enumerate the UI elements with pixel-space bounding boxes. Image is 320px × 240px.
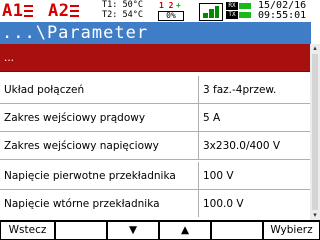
select-button[interactable]: Wybierz: [264, 222, 319, 239]
alarm-2-label: A2: [48, 1, 70, 21]
empty-softkey[interactable]: [212, 222, 262, 239]
title-bar: ...\Parameter: [0, 22, 320, 44]
list-item-label: Zakres wejściowy prądowy: [4, 112, 146, 124]
list-item-value: 3 faz.-4przew.: [203, 84, 277, 96]
alarm-2-indicator: A2: [48, 0, 80, 22]
date-time: 15/02/16 09:55:01: [258, 1, 320, 21]
rx-tx-indicator: RX TX: [226, 2, 252, 20]
list-item-value: 100.0 V: [203, 198, 244, 210]
down-arrow-button[interactable]: ▼: [108, 222, 158, 239]
battery-percent: 0%: [158, 11, 184, 21]
status-bar: A1 A2 T1: 50°C T2: 54°C 1 2 + 0% RX TX 1…: [0, 0, 320, 22]
list-item-label: Napięcie pierwotne przekładnika: [4, 170, 176, 182]
tx-label: TX: [226, 11, 238, 19]
list-item-label: Napięcie wtórne przekładnika: [4, 198, 160, 210]
battery-indicator: 1 2 + 0%: [156, 1, 186, 21]
list-item-value: 5 A: [203, 112, 221, 124]
list-item-value: 100 V: [203, 170, 234, 182]
battery-plus: +: [176, 1, 181, 10]
list-item-label: Układ połączeń: [4, 84, 85, 96]
scroll-track[interactable]: [312, 54, 318, 210]
list-item-current-range[interactable]: Zakres wejściowy prądowy 5 A: [0, 104, 310, 132]
rx-activity-icon: [239, 3, 251, 9]
time: 09:55:01: [258, 10, 307, 21]
alarm-bars-icon: [70, 5, 80, 17]
scroll-down-icon[interactable]: ▾: [310, 211, 320, 220]
list-item-parent[interactable]: ...: [0, 44, 310, 72]
up-arrow-button[interactable]: ▲: [160, 222, 210, 239]
temperature-2: T2: 54°C: [102, 9, 143, 20]
list-item-voltage-range[interactable]: Zakres wejściowy napięciowy 3x230.0/400 …: [0, 132, 310, 160]
battery-numbers: 1 2: [159, 1, 174, 10]
alarm-1-indicator: A1: [2, 0, 34, 22]
empty-softkey[interactable]: [56, 222, 106, 239]
alarm-bars-icon: [24, 5, 34, 17]
signal-strength-icon: [199, 3, 223, 21]
back-button[interactable]: Wstecz: [1, 222, 54, 239]
list-item-secondary-voltage[interactable]: Napięcie wtórne przekładnika 100.0 V: [0, 190, 310, 218]
alarm-1-label: A1: [2, 1, 24, 21]
list-item-value: 3x230.0/400 V: [203, 140, 281, 152]
softkey-bar: Wstecz ▼ ▲ Wybierz: [0, 220, 320, 240]
rx-label: RX: [226, 2, 238, 10]
list-item-connection-type[interactable]: Układ połączeń 3 faz.-4przew.: [0, 76, 310, 104]
parameter-list: ... Układ połączeń 3 faz.-4przew. Zakres…: [0, 44, 310, 220]
scroll-up-icon[interactable]: ▴: [310, 44, 320, 53]
tx-activity-icon: [239, 12, 251, 18]
list-item-primary-voltage[interactable]: Napięcie pierwotne przekładnika 100 V: [0, 162, 310, 190]
page-title: ...\Parameter: [2, 23, 149, 43]
list-item-label: Zakres wejściowy napięciowy: [4, 140, 159, 152]
list-item-label: ...: [4, 52, 15, 64]
scrollbar[interactable]: ▴ ▾: [310, 44, 320, 220]
temperatures: T1: 50°C T2: 54°C: [102, 0, 152, 20]
